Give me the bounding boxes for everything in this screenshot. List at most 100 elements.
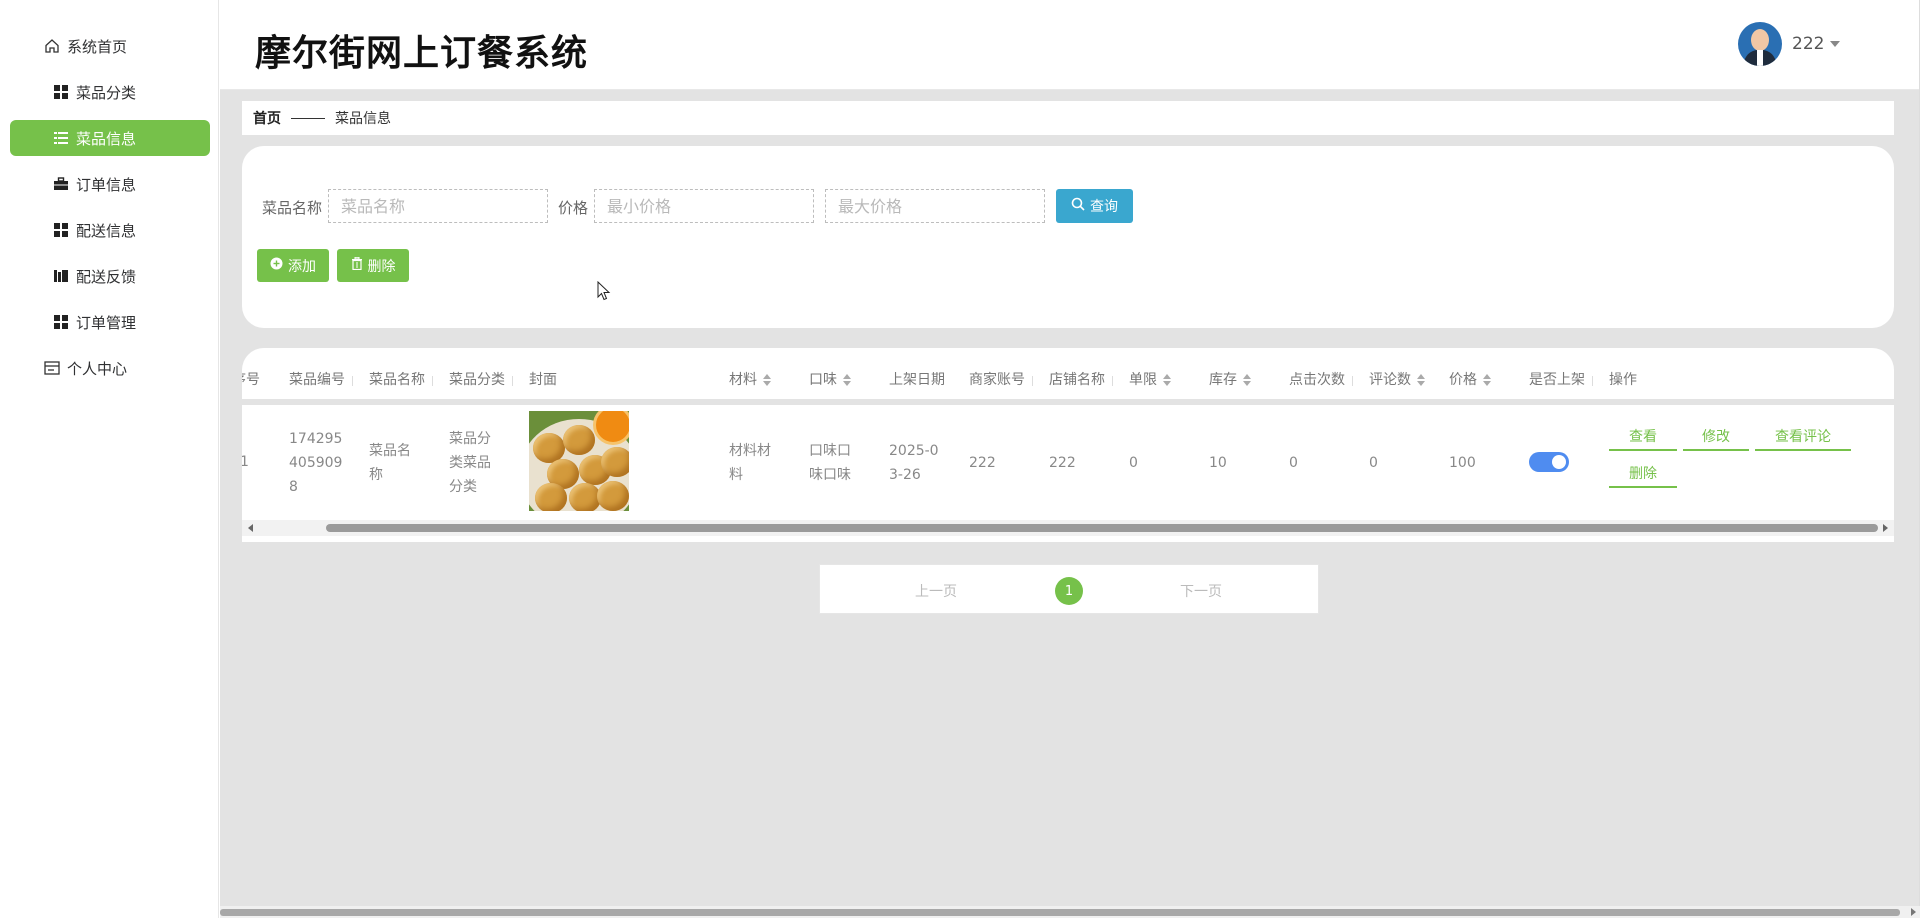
breadcrumb-current: 菜品信息 (335, 111, 391, 127)
cell-category: 菜品分 类菜品 分类 (449, 431, 491, 495)
sidebar-item-label: 菜品信息 (76, 129, 137, 148)
sidebar-item-label: 个人中心 (67, 359, 128, 378)
sort-icon (1163, 374, 1171, 386)
column-header-date: 上架日期 (889, 372, 945, 388)
sidebar: 系统首页 菜品分类 菜品信息 订单信息 配送信息 配送反馈 订单管理 个人中心 (0, 0, 219, 918)
sidebar-item-personal-center[interactable]: 个人中心 (10, 350, 210, 386)
delete-button[interactable]: 删除 (337, 249, 409, 282)
sidebar-item-order-management[interactable]: 订单管理 (10, 304, 210, 340)
add-label: 添加 (288, 258, 316, 275)
on-shelf-toggle[interactable] (1529, 452, 1569, 472)
main-content: 首页 菜品信息 菜品名称 价格 查询 添加 删除 序 (220, 90, 1920, 918)
sidebar-item-delivery-info[interactable]: 配送信息 (10, 212, 210, 248)
column-header-code: 菜品编号 (289, 372, 345, 388)
sort-icon (1483, 374, 1491, 386)
breadcrumb: 首页 菜品信息 (242, 101, 1894, 135)
sidebar-item-delivery-feedback[interactable]: 配送反馈 (10, 258, 210, 294)
search-icon (1071, 197, 1085, 215)
column-header-index: 序号 (242, 372, 260, 388)
price-label: 价格 (558, 199, 589, 217)
sidebar-item-home[interactable]: 系统首页 (10, 28, 210, 64)
grid-icon (52, 221, 70, 239)
table-header: 序号 菜品编号 菜品名称 菜品分类 封面 材料 口味 上架日期 商家账号 店铺名… (242, 348, 1894, 405)
sidebar-item-dish-category[interactable]: 菜品分类 (10, 74, 210, 110)
cell-taste: 口味口 味口味 (809, 443, 851, 483)
sidebar-item-label: 配送反馈 (76, 267, 137, 286)
briefcase-icon (52, 175, 70, 193)
cell-material: 材料材料 (729, 443, 771, 483)
pagination: 上一页 1 下一页 (819, 564, 1319, 614)
grid-icon (52, 83, 70, 101)
column-header-cover: 封面 (529, 372, 557, 388)
caret-down-icon (1830, 41, 1841, 47)
sidebar-item-label: 系统首页 (67, 37, 128, 56)
scrollbar-thumb[interactable] (326, 524, 1878, 532)
list-icon (52, 129, 70, 147)
scrollbar-thumb[interactable] (220, 909, 1900, 916)
plus-circle-icon (270, 257, 283, 274)
cell-index: 1 (242, 454, 249, 470)
dish-cover-image (529, 411, 629, 511)
column-header-category: 菜品分类 (449, 372, 505, 388)
min-price-input[interactable] (594, 189, 814, 223)
sidebar-item-dish-info[interactable]: 菜品信息 (10, 120, 210, 156)
edit-button[interactable]: 修改 (1683, 425, 1749, 451)
header: 摩尔街网上订餐系统 222 (220, 0, 1920, 90)
column-header-material[interactable]: 材料 (729, 369, 771, 389)
max-price-input[interactable] (825, 189, 1045, 223)
sidebar-item-label: 菜品分类 (76, 83, 137, 102)
horizontal-scrollbar[interactable] (242, 520, 1894, 536)
scroll-left-icon[interactable] (248, 524, 253, 532)
dish-name-label: 菜品名称 (262, 199, 323, 217)
view-comments-button[interactable]: 查看评论 (1755, 425, 1851, 451)
search-panel: 菜品名称 价格 查询 添加 删除 (242, 146, 1894, 328)
delete-label: 删除 (367, 258, 396, 275)
scroll-right-icon[interactable] (1883, 524, 1888, 532)
query-button[interactable]: 查询 (1056, 189, 1133, 223)
cell-clicks: 0 (1289, 455, 1298, 471)
query-label: 查询 (1090, 199, 1118, 215)
user-menu[interactable]: 222 (1738, 22, 1841, 66)
sidebar-item-label: 订单管理 (76, 313, 137, 332)
cell-name: 菜品名称 (369, 443, 411, 483)
table-row: 1 174295 405909 8 菜品名称 菜品分 类菜品 分类 材料材 料 … (242, 411, 1894, 516)
sort-icon (1243, 374, 1251, 386)
prev-page-button[interactable]: 上一页 (915, 581, 957, 601)
home-icon (43, 37, 61, 55)
card-icon (43, 359, 61, 377)
column-header-comments[interactable]: 评论数 (1369, 369, 1425, 389)
page-number-button[interactable]: 1 (1055, 577, 1083, 605)
row-delete-button[interactable]: 删除 (1609, 462, 1677, 488)
trash-icon (351, 256, 363, 274)
dish-name-input[interactable] (328, 189, 548, 223)
cell-limit: 0 (1129, 455, 1138, 471)
column-header-on-shelf: 是否上架 (1529, 372, 1585, 388)
cell-stock: 10 (1209, 455, 1227, 471)
column-header-shop: 店铺名称 (1049, 372, 1105, 388)
sidebar-item-order-info[interactable]: 订单信息 (10, 166, 210, 202)
scroll-right-icon[interactable] (1911, 908, 1916, 916)
column-header-clicks: 点击次数 (1289, 372, 1345, 388)
mouse-cursor-icon (597, 280, 611, 305)
cell-code: 174295 405909 8 (289, 431, 343, 495)
column-header-stock[interactable]: 库存 (1209, 369, 1251, 389)
cell-merchant: 222 (969, 455, 996, 471)
view-button[interactable]: 查看 (1609, 425, 1677, 451)
cell-shop: 222 (1049, 455, 1076, 471)
avatar (1738, 22, 1782, 66)
add-button[interactable]: 添加 (257, 249, 329, 282)
column-header-taste[interactable]: 口味 (809, 369, 851, 389)
cell-price: 100 (1449, 455, 1476, 471)
grid-icon (52, 313, 70, 331)
username: 222 (1792, 34, 1825, 54)
next-page-button[interactable]: 下一页 (1180, 581, 1222, 601)
column-header-limit[interactable]: 单限 (1129, 369, 1171, 389)
column-header-merchant: 商家账号 (969, 372, 1025, 388)
breadcrumb-home[interactable]: 首页 (253, 108, 281, 128)
column-header-price[interactable]: 价格 (1449, 369, 1491, 389)
page-horizontal-scrollbar[interactable] (220, 906, 1920, 918)
sidebar-item-label: 订单信息 (76, 175, 137, 194)
breadcrumb-separator (291, 117, 325, 119)
sort-icon (763, 374, 771, 386)
cell-date: 2025-0 3-26 (889, 443, 939, 483)
